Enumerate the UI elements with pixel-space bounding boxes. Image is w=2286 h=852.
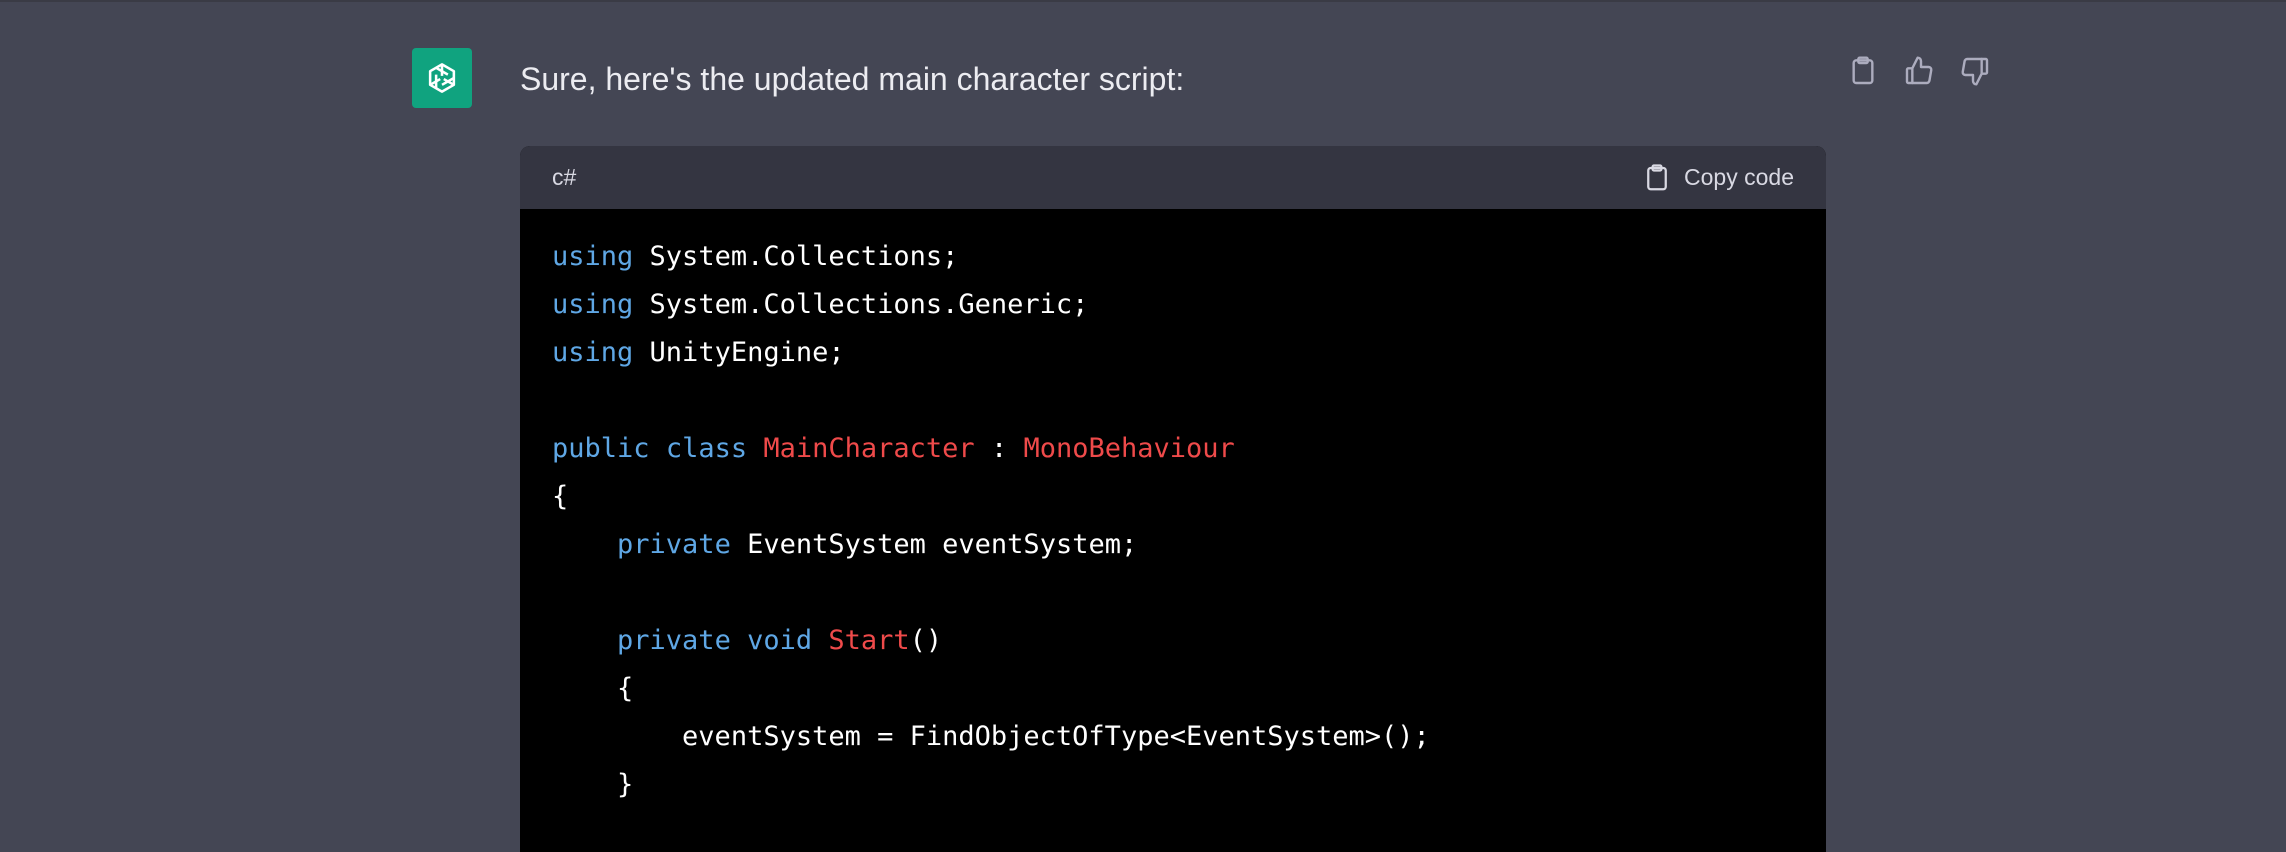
code-text: System.Collections.Generic; xyxy=(649,289,1089,320)
code-line: private EventSystem eventSystem; xyxy=(552,521,1794,569)
code-keyword: private xyxy=(617,625,731,656)
thumbs-down-button[interactable] xyxy=(1958,54,1992,88)
code-text: { xyxy=(617,673,634,704)
code-content: using System.Collections; using System.Co… xyxy=(520,209,1826,809)
code-text: } xyxy=(617,769,634,800)
code-text: UnityEngine; xyxy=(649,337,845,368)
code-block: c# Copy code using System.Collections; us… xyxy=(520,146,1826,852)
code-line: using System.Collections.Generic; xyxy=(552,281,1794,329)
code-line: { xyxy=(552,665,1794,713)
code-line: eventSystem = FindObjectOfType<EventSyst… xyxy=(552,713,1794,761)
code-line: private void Start() xyxy=(552,617,1794,665)
code-keyword: public xyxy=(552,433,650,464)
clipboard-icon xyxy=(1647,163,1667,190)
openai-logo-icon xyxy=(428,63,456,93)
code-line: using UnityEngine; xyxy=(552,329,1794,377)
thumbs-down-icon xyxy=(1961,57,1989,86)
copy-code-label: Copy code xyxy=(1684,164,1794,190)
code-type-name: MonoBehaviour xyxy=(1023,433,1235,464)
copy-message-button[interactable] xyxy=(1846,54,1880,88)
assistant-avatar xyxy=(412,48,472,108)
top-divider xyxy=(0,0,2286,2)
code-keyword: using xyxy=(552,289,634,320)
thumbs-up-button[interactable] xyxy=(1902,54,1936,88)
thumbs-up-icon xyxy=(1905,56,1933,85)
assistant-message-text: Sure, here's the updated main character … xyxy=(520,61,1185,97)
code-type-name: MainCharacter xyxy=(763,433,975,464)
code-type-name: Start xyxy=(828,625,910,656)
code-text: () xyxy=(909,625,943,656)
code-line: using System.Collections; xyxy=(552,233,1794,281)
code-keyword: private xyxy=(617,529,731,560)
code-text: : xyxy=(990,433,1008,464)
code-text: EventSystem eventSystem; xyxy=(747,529,1138,560)
code-text: System.Collections; xyxy=(649,241,959,272)
code-language-label: c# xyxy=(552,164,577,190)
clipboard-icon xyxy=(1852,56,1874,85)
message-actions xyxy=(1846,54,1992,88)
code-line: } xyxy=(552,761,1794,809)
code-line: { xyxy=(552,473,1794,521)
code-block-header: c# Copy code xyxy=(520,146,1826,209)
code-keyword: using xyxy=(552,241,634,272)
code-keyword: class xyxy=(665,433,748,464)
code-keyword: void xyxy=(747,625,813,656)
code-line: public class MainCharacter : MonoBehavio… xyxy=(552,425,1794,473)
code-text: { xyxy=(552,481,569,512)
code-keyword: using xyxy=(552,337,634,368)
copy-code-button[interactable]: Copy code xyxy=(1642,163,1794,193)
code-text: eventSystem = FindObjectOfType<EventSyst… xyxy=(682,721,1430,752)
